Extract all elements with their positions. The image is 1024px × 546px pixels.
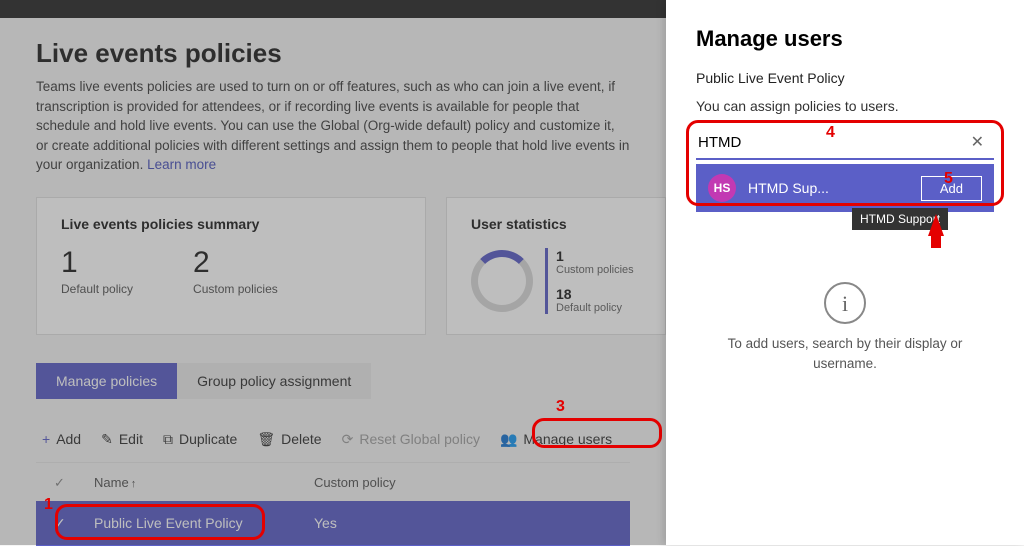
row-custom: Yes <box>314 515 337 531</box>
panel-subtitle: Public Live Event Policy <box>696 70 994 86</box>
toolbar: +Add ✎Edit ⧉Duplicate 🗑Delete ⟳Reset Glo… <box>36 403 630 462</box>
summary-card: Live events policies summary 1 Default p… <box>36 197 426 335</box>
delete-button[interactable]: 🗑Delete <box>257 431 321 448</box>
table-row[interactable]: ✓ Public Live Event Policy Yes <box>36 501 630 546</box>
page-title: Live events policies <box>36 38 630 69</box>
stats-card: User statistics 1Custom policies 18Defau… <box>446 197 666 335</box>
stat-a-num: 1 <box>556 248 634 264</box>
tab-manage-policies[interactable]: Manage policies <box>36 363 177 399</box>
manage-users-panel: Manage users Public Live Event Policy Yo… <box>666 0 1024 545</box>
add-button[interactable]: +Add <box>42 431 81 447</box>
sort-arrow-icon: ↑ <box>131 478 137 490</box>
add-user-button[interactable]: Add <box>921 176 982 201</box>
annotation-arrow <box>928 206 944 236</box>
col-name[interactable]: Name <box>94 475 129 490</box>
plus-icon: + <box>42 431 50 447</box>
default-policy-count: 1 <box>61 248 133 278</box>
reset-icon: ⟳ <box>342 431 354 448</box>
trash-icon: 🗑 <box>257 431 275 448</box>
default-policy-label: Default policy <box>61 282 133 296</box>
copy-icon: ⧉ <box>163 431 173 448</box>
search-result[interactable]: HS HTMD Sup... Add <box>696 164 994 212</box>
stat-a-lab: Custom policies <box>556 264 634 276</box>
stat-b-lab: Default policy <box>556 302 634 314</box>
row-name: Public Live Event Policy <box>94 515 314 531</box>
intro-text: Teams live events policies are used to t… <box>36 77 630 175</box>
manage-users-button[interactable]: 👥Manage users <box>500 431 612 448</box>
tab-group-assignment[interactable]: Group policy assignment <box>177 363 371 399</box>
result-name: HTMD Sup... <box>748 180 909 196</box>
row-checkbox[interactable]: ✓ <box>54 515 94 532</box>
pencil-icon: ✎ <box>101 431 113 448</box>
donut-chart <box>471 250 533 312</box>
panel-title: Manage users <box>696 26 994 52</box>
users-icon: 👥 <box>500 431 517 448</box>
custom-policy-count: 2 <box>193 248 278 278</box>
panel-desc: You can assign policies to users. <box>696 98 994 114</box>
search-input[interactable] <box>698 134 967 151</box>
custom-policy-label: Custom policies <box>193 282 278 296</box>
reset-button: ⟳Reset Global policy <box>342 431 480 448</box>
summary-title: Live events policies summary <box>61 216 401 232</box>
edit-button[interactable]: ✎Edit <box>101 431 143 448</box>
table-header: ✓ Name↑ Custom policy <box>36 462 630 501</box>
learn-more-link[interactable]: Learn more <box>147 157 216 172</box>
col-custom[interactable]: Custom policy <box>314 475 396 490</box>
hint-block: i To add users, search by their display … <box>696 282 994 375</box>
info-icon: i <box>824 282 866 324</box>
select-all-checkbox[interactable]: ✓ <box>54 475 94 491</box>
avatar: HS <box>708 174 736 202</box>
stat-b-num: 18 <box>556 286 634 302</box>
clear-icon[interactable]: ✕ <box>967 132 988 152</box>
duplicate-button[interactable]: ⧉Duplicate <box>163 431 237 448</box>
user-search[interactable]: ✕ <box>696 128 994 160</box>
stats-title: User statistics <box>471 216 657 232</box>
